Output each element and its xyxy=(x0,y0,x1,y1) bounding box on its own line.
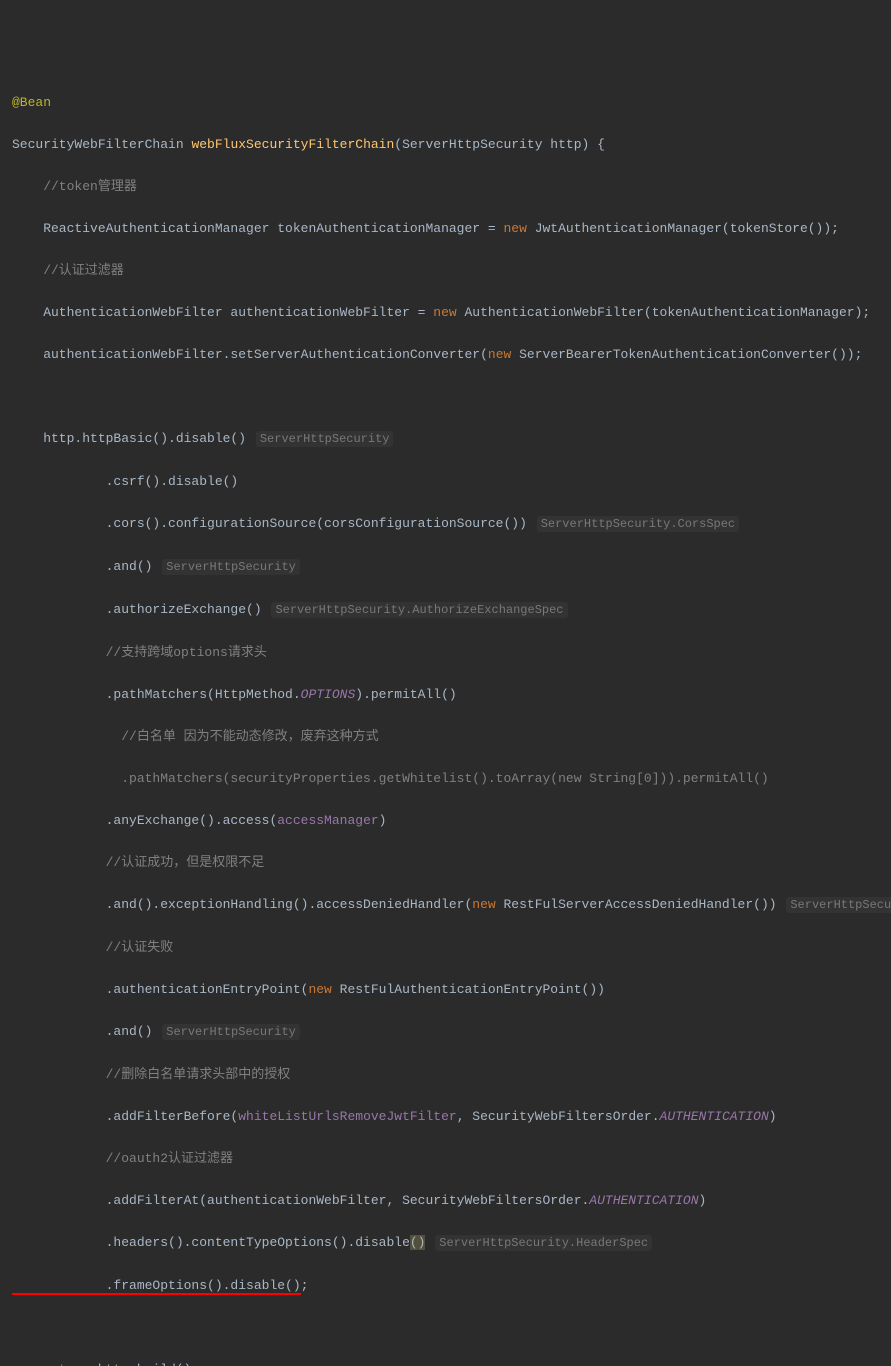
code-line: .addFilterBefore(whiteListUrlsRemoveJwtF… xyxy=(12,1106,879,1127)
code-line: .anyExchange().access(accessManager) xyxy=(12,810,879,831)
code-line: return http.build(); xyxy=(12,1359,879,1366)
caret-matched-paren: () xyxy=(410,1235,426,1250)
code-line: @Bean xyxy=(12,92,879,113)
comment: //认证失败 xyxy=(12,937,879,958)
comment: //支持跨域options请求头 xyxy=(12,642,879,663)
type-hint: ServerHttpSecurity.AuthorizeExchangeSpec xyxy=(271,602,567,618)
code-line: .authenticationEntryPoint(new RestFulAut… xyxy=(12,979,879,1000)
code-line: .headers().contentTypeOptions().disable(… xyxy=(12,1232,879,1254)
type-hint: ServerHttpSecurity xyxy=(162,559,300,575)
comment: //认证成功，但是权限不足 xyxy=(12,852,879,873)
code-line: .authorizeExchange() ServerHttpSecurity.… xyxy=(12,599,879,621)
code-line: .cors().configurationSource(corsConfigur… xyxy=(12,513,879,535)
type-hint: ServerHttpSecurity xyxy=(162,1024,300,1040)
code-line: ReactiveAuthenticationManager tokenAuthe… xyxy=(12,218,879,239)
error-underline: .frameOptions().disable() xyxy=(12,1278,301,1295)
type-hint: ServerHttpSecurity.HeaderSpec xyxy=(435,1235,652,1251)
code-line: .addFilterAt(authenticationWebFilter, Se… xyxy=(12,1190,879,1211)
comment: //oauth2认证过滤器 xyxy=(12,1148,879,1169)
code-line: .pathMatchers(securityProperties.getWhit… xyxy=(12,768,879,789)
comment: //白名单 因为不能动态修改，废弃这种方式 xyxy=(12,726,879,747)
code-line: .and() ServerHttpSecurity xyxy=(12,556,879,578)
type-hint: ServerHttpSecu xyxy=(786,897,891,913)
type-hint: ServerHttpSecurity.CorsSpec xyxy=(537,516,739,532)
code-line: authenticationWebFilter.setServerAuthent… xyxy=(12,344,879,365)
code-line: .pathMatchers(HttpMethod.OPTIONS).permit… xyxy=(12,684,879,705)
code-line: .and().exceptionHandling().accessDeniedH… xyxy=(12,894,879,916)
comment: //token管理器 xyxy=(12,176,879,197)
comment: //认证过滤器 xyxy=(12,260,879,281)
annotation: @Bean xyxy=(12,95,51,110)
code-line: .frameOptions().disable(); xyxy=(12,1275,879,1296)
code-line: SecurityWebFilterChain webFluxSecurityFi… xyxy=(12,134,879,155)
blank-line xyxy=(12,1317,879,1338)
code-line: .and() ServerHttpSecurity xyxy=(12,1021,879,1043)
blank-line xyxy=(12,386,879,407)
type-hint: ServerHttpSecurity xyxy=(256,431,394,447)
code-line: http.httpBasic().disable() ServerHttpSec… xyxy=(12,428,879,450)
code-line: .csrf().disable() xyxy=(12,471,879,492)
comment: //删除白名单请求头部中的授权 xyxy=(12,1064,879,1085)
code-line: AuthenticationWebFilter authenticationWe… xyxy=(12,302,879,323)
